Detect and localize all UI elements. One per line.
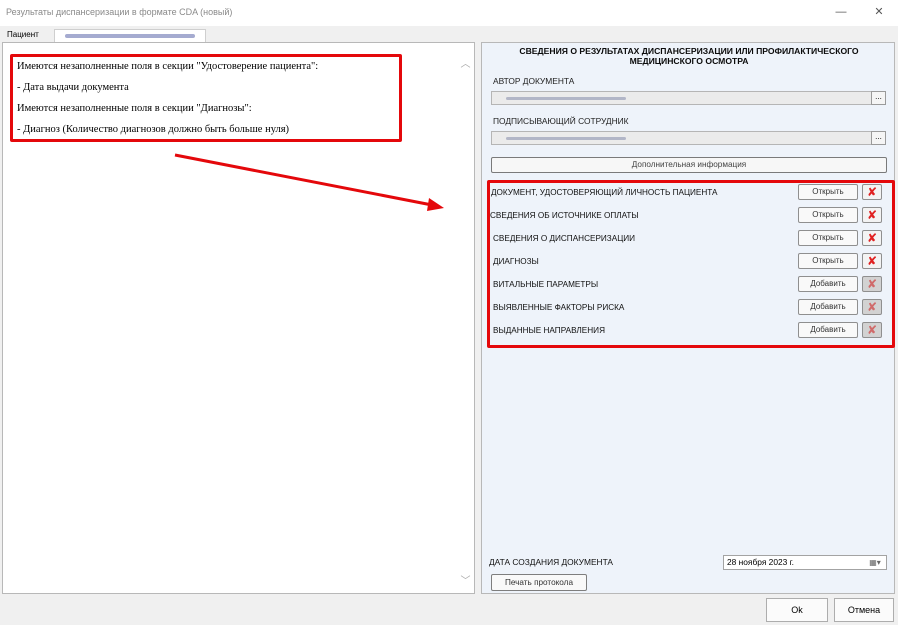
open-button[interactable]: Открыть [798, 253, 858, 269]
redacted-author [506, 97, 626, 100]
scroll-up-icon[interactable]: ︿ [460, 55, 471, 70]
delete-button[interactable]: ✘ [862, 322, 882, 338]
section-label: СВЕДЕНИЯ ОБ ИСТОЧНИКЕ ОПЛАТЫ [490, 211, 639, 220]
form-title: СВЕДЕНИЯ О РЕЗУЛЬТАТАХ ДИСПАНСЕРИЗАЦИИ И… [482, 46, 896, 66]
author-browse-button[interactable]: ... [871, 91, 886, 105]
vertical-scrollbar[interactable]: ︿ ﹀ [457, 43, 474, 593]
add-button[interactable]: Добавить [798, 299, 858, 315]
author-label: АВТОР ДОКУМЕНТА [493, 76, 575, 86]
redacted-patient-name [65, 34, 195, 38]
open-button[interactable]: Открыть [798, 207, 858, 223]
creation-date-value: 28 ноября 2023 г. [727, 557, 794, 567]
section-row-referrals: ВЫДАННЫЕ НАПРАВЛЕНИЯ Добавить ✘ [482, 322, 896, 340]
delete-button[interactable]: ✘ [862, 276, 882, 292]
add-button[interactable]: Добавить [798, 276, 858, 292]
ok-button[interactable]: Ok [766, 598, 828, 622]
cancel-button[interactable]: Отмена [834, 598, 894, 622]
close-button[interactable]: ✕ [866, 3, 892, 21]
section-label: ДИАГНОЗЫ [493, 257, 539, 266]
delete-icon: ✘ [867, 231, 878, 245]
tab-strip: Пациент [0, 26, 898, 42]
message-line: - Дата выдачи документа [17, 82, 129, 93]
minimize-button[interactable]: — [828, 3, 854, 21]
message-line: - Диагноз (Количество диагнозов должно б… [17, 124, 290, 135]
additional-info-button[interactable]: Дополнительная информация [491, 157, 887, 173]
form-title-line: МЕДИЦИНСКОГО ОСМОТРА [629, 56, 749, 66]
window-title: Результаты диспансеризации в формате CDA… [6, 7, 233, 17]
section-row-identity-document: ДОКУМЕНТ, УДОСТОВЕРЯЮЩИЙ ЛИЧНОСТЬ ПАЦИЕН… [482, 184, 896, 202]
scroll-down-icon[interactable]: ﹀ [460, 572, 471, 587]
open-button[interactable]: Открыть [798, 184, 858, 200]
delete-icon: ✘ [867, 300, 878, 314]
signer-browse-button[interactable]: ... [871, 131, 886, 145]
message-line: Имеются незаполненные поля в секции "Удо… [17, 61, 319, 72]
section-label: ВЫДАННЫЕ НАПРАВЛЕНИЯ [493, 326, 605, 335]
open-button[interactable]: Открыть [798, 230, 858, 246]
delete-icon: ✘ [867, 277, 878, 291]
delete-button[interactable]: ✘ [862, 299, 882, 315]
signer-field[interactable] [491, 131, 872, 145]
section-row-diagnoses: ДИАГНОЗЫ Открыть ✘ [482, 253, 896, 271]
cda-form-panel: СВЕДЕНИЯ О РЕЗУЛЬТАТАХ ДИСПАНСЕРИЗАЦИИ И… [481, 42, 895, 594]
validation-messages-highlight: Имеются незаполненные поля в секции "Удо… [10, 54, 402, 142]
section-row-vital-params: ВИТАЛЬНЫЕ ПАРАМЕТРЫ Добавить ✘ [482, 276, 896, 294]
section-row-dispensary-info: СВЕДЕНИЯ О ДИСПАНСЕРИЗАЦИИ Открыть ✘ [482, 230, 896, 248]
redacted-signer [506, 137, 626, 140]
section-label: ВИТАЛЬНЫЕ ПАРАМЕТРЫ [493, 280, 599, 289]
message-line: Имеются незаполненные поля в секции "Диа… [17, 103, 252, 114]
dialog-footer: Ok Отмена [0, 596, 898, 625]
creation-date-label: ДАТА СОЗДАНИЯ ДОКУМЕНТА [489, 557, 614, 567]
messages-panel: Имеются незаполненные поля в секции "Удо… [2, 42, 475, 594]
add-button[interactable]: Добавить [798, 322, 858, 338]
creation-date-picker[interactable]: 28 ноября 2023 г. ▦▾ [723, 555, 887, 570]
section-label: СВЕДЕНИЯ О ДИСПАНСЕРИЗАЦИИ [493, 234, 636, 243]
signer-label: ПОДПИСЫВАЮЩИЙ СОТРУДНИК [493, 116, 629, 126]
delete-button[interactable]: ✘ [862, 230, 882, 246]
delete-icon: ✘ [867, 208, 878, 222]
section-row-risk-factors: ВЫЯВЛЕННЫЕ ФАКТОРЫ РИСКА Добавить ✘ [482, 299, 896, 317]
delete-icon: ✘ [867, 323, 878, 337]
delete-button[interactable]: ✘ [862, 184, 882, 200]
delete-button[interactable]: ✘ [862, 253, 882, 269]
form-title-line: СВЕДЕНИЯ О РЕЗУЛЬТАТАХ ДИСПАНСЕРИЗАЦИИ И… [519, 46, 859, 56]
tab-patient-name[interactable] [54, 29, 206, 42]
calendar-icon[interactable]: ▦▾ [865, 557, 885, 568]
section-label: ДОКУМЕНТ, УДОСТОВЕРЯЮЩИЙ ЛИЧНОСТЬ ПАЦИЕН… [491, 188, 718, 197]
delete-icon: ✘ [867, 254, 878, 268]
tab-patient[interactable]: Пациент [4, 29, 52, 42]
section-row-payment-source: СВЕДЕНИЯ ОБ ИСТОЧНИКЕ ОПЛАТЫ Открыть ✘ [482, 207, 896, 225]
title-bar: Результаты диспансеризации в формате CDA… [0, 0, 898, 26]
delete-icon: ✘ [867, 185, 878, 199]
section-label: ВЫЯВЛЕННЫЕ ФАКТОРЫ РИСКА [493, 303, 625, 312]
delete-button[interactable]: ✘ [862, 207, 882, 223]
print-protocol-button[interactable]: Печать протокола [491, 574, 587, 591]
author-field[interactable] [491, 91, 872, 105]
